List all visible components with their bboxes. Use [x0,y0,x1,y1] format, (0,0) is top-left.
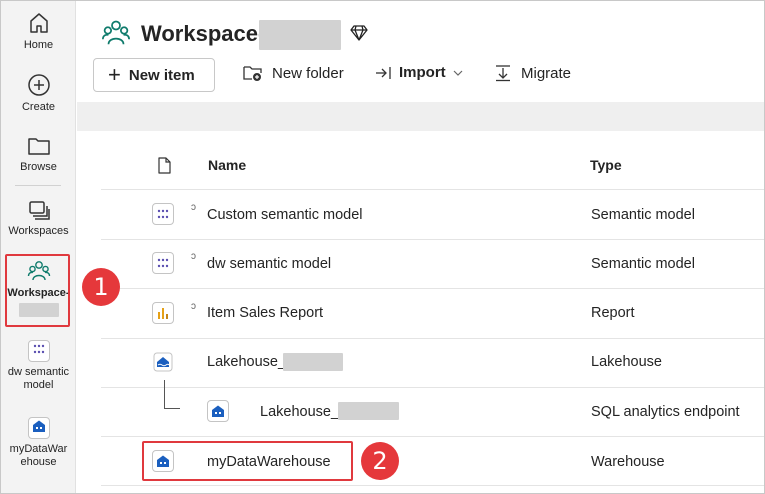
lakehouse-tile [152,351,174,373]
row-divider [101,485,764,486]
item-name[interactable]: Item Sales Report [207,305,323,321]
filter-bar [77,102,764,131]
link-indicator-icon: ↄ [191,251,196,262]
callout-badge-1: 1 [82,268,120,306]
item-type: Semantic model [591,207,695,223]
rail-dw-label-1: dw semantic [7,366,70,378]
rail-home-label: Home [23,39,54,51]
migrate-button[interactable]: Migrate [494,64,571,82]
import-label: Import [399,64,446,81]
rail-mdw-label-2: ehouse [20,456,57,468]
report-bar-chart-icon [158,308,168,319]
report-tile [152,302,174,324]
rail-browse-label: Browse [20,161,57,173]
rail-mdw-label-1: myDataWar [9,443,68,455]
lakehouse-icon [153,352,173,372]
rail-dw-label-2: model [23,379,54,391]
row-divider [101,436,764,437]
semantic-model-icon [157,209,169,219]
workspaces-icon [28,201,50,220]
rail-workspaces-label: Workspaces [8,225,69,237]
semantic-model-tile [152,252,174,274]
row-divider [101,338,764,339]
rail-workspaces[interactable]: Workspaces [1,199,76,238]
import-arrow-icon [376,66,391,79]
semantic-model-tile [152,203,174,225]
item-name[interactable]: Lakehouse_ [207,354,286,370]
row-divider [101,387,764,388]
warehouse-tile [27,417,50,439]
workspace-group-icon [102,20,130,45]
column-header-type[interactable]: Type [590,157,622,173]
migrate-label: Migrate [521,64,572,82]
new-item-label: New item [128,66,195,84]
rail-create-label: Create [21,101,56,113]
redacted-title [259,20,341,50]
semantic-model-icon [33,344,44,354]
new-folder-label: New folder [272,64,344,82]
highlight-box-workspace [5,254,70,327]
link-indicator-icon: ↄ [191,301,196,312]
rail-mydatawarehouse[interactable]: myDataWar ehouse [1,417,76,469]
page-title: Workspace- [141,21,266,46]
row-divider [101,239,764,240]
chevron-down-icon [453,70,463,76]
tree-connector [164,380,180,409]
redacted-name [338,402,399,420]
rail-browse[interactable]: Browse [1,135,76,174]
item-name[interactable]: Lakehouse_ [260,404,339,420]
add-circle-icon [27,74,50,96]
item-name[interactable]: Custom semantic model [207,207,363,223]
item-type: Warehouse [591,454,665,470]
warehouse-icon [32,420,45,432]
item-name[interactable]: dw semantic model [207,256,331,272]
migrate-icon [496,65,510,82]
new-folder-icon [243,66,262,81]
new-item-button[interactable]: + New item [93,58,215,92]
item-type: Semantic model [591,256,695,272]
premium-diamond-icon [350,25,368,41]
rail-dw-semantic-model[interactable]: dw semantic model [1,340,76,392]
sql-endpoint-tile [207,400,229,422]
row-divider [101,189,764,190]
highlight-box-warehouse [142,441,353,481]
new-folder-button[interactable]: New folder [243,64,344,82]
link-indicator-icon: ↄ [191,202,196,213]
callout-badge-2: 2 [361,442,399,480]
import-dropdown[interactable]: Import [375,64,464,81]
item-type: SQL analytics endpoint [591,404,740,420]
item-type: Report [591,305,635,321]
left-nav-rail: Home Create Browse Workspaces Workspace-… [1,1,76,493]
rail-create[interactable]: Create [1,73,76,114]
plus-icon: + [108,62,121,87]
file-type-icon [158,157,171,174]
redacted-name [283,353,343,371]
folder-icon [27,138,50,155]
rail-home[interactable]: Home [1,11,76,52]
column-header-name[interactable]: Name [208,157,246,173]
item-type: Lakehouse [591,354,662,370]
rail-divider [15,185,61,186]
semantic-model-icon [157,258,169,268]
home-icon [29,13,48,33]
semantic-model-tile [27,340,50,362]
warehouse-icon [212,405,224,417]
row-divider [101,288,764,289]
